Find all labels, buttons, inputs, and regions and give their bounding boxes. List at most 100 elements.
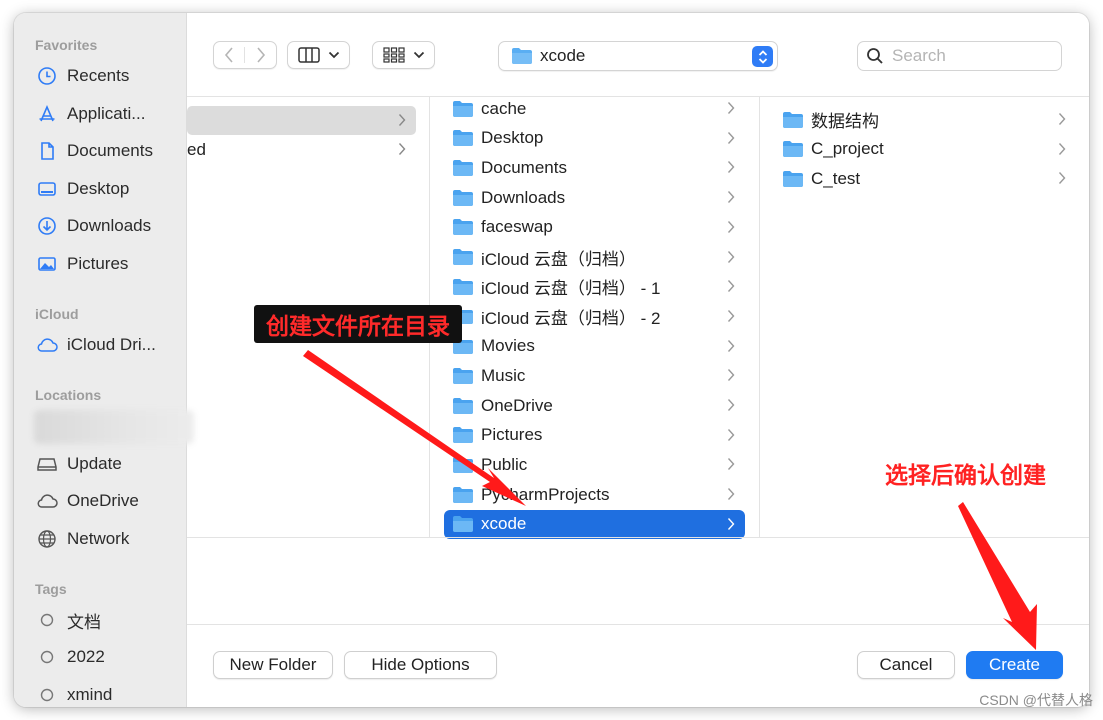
sidebar-item-pictures[interactable]: Pictures [36,249,186,279]
sidebar-item-applications[interactable]: Applicati... [36,99,186,129]
list-item-label: Pictures [481,425,543,445]
cancel-button[interactable]: Cancel [857,651,955,679]
search-field[interactable] [857,41,1062,71]
sidebar-item-desktop[interactable]: Desktop [36,174,186,204]
sidebar-item-network[interactable]: Network [36,524,186,554]
list-item-label: Documents [481,157,567,177]
toolbar: xcode [187,13,1089,97]
list-item[interactable]: Pictures [444,421,745,450]
chevron-left-icon [224,47,233,63]
sidebar-item-update[interactable]: Update [36,449,186,479]
sidebar-tag[interactable]: 文档 [36,605,186,635]
clock-icon [36,65,58,87]
chevron-right-icon [727,191,735,204]
tag-circle-icon [36,609,58,631]
chevron-right-icon [727,220,735,233]
list-item[interactable]: Public [444,450,745,479]
list-item[interactable]: Documents [444,153,745,182]
list-item[interactable]: cache [444,94,745,123]
columns-view-icon [297,47,320,63]
applications-icon [36,103,58,125]
folder-icon [453,367,473,384]
list-item[interactable]: iCloud 云盘（归档） [444,243,745,272]
sidebar-item-label: Update [67,454,122,473]
list-item-label: Desktop [481,128,544,148]
folder-icon [512,48,532,64]
chevron-right-icon [727,280,735,293]
chevron-right-icon [727,161,735,174]
sidebar-item-onedrive[interactable]: OneDrive [36,486,186,516]
chevron-right-icon [727,250,735,263]
list-item[interactable]: OneDrive [444,391,745,420]
sidebar-item-icloud-drive[interactable]: iCloud Dri... [36,330,186,360]
chevron-right-icon [727,399,735,411]
list-item[interactable]: faceswap [444,213,745,242]
sidebar-item-documents[interactable]: Documents [36,136,186,166]
folder-icon [783,170,803,187]
sidebar-item-label: iCloud Dri... [67,335,156,354]
folder-icon [783,141,803,158]
chevron-right-icon [727,428,735,441]
sidebar-item-downloads[interactable]: Downloads [36,211,186,241]
folder-icon [453,219,473,236]
list-item[interactable]: iCloud 云盘（归档） - 1 [444,272,745,301]
chevron-right-icon [727,517,735,530]
list-item-label: Movies [481,336,535,356]
folder-icon [453,516,473,533]
list-item-label: xcode [481,514,527,534]
back-button[interactable] [214,47,246,63]
location-stepper[interactable] [752,46,773,67]
list-item[interactable]: Desktop [444,124,745,153]
sidebar-item-label: Documents [67,141,153,160]
list-item-label: iCloud 云盘（归档） - 1 [481,279,661,299]
list-item-label: ed [187,139,206,159]
list-item[interactable]: iCloud 云盘（归档） - 2 [444,302,745,331]
sidebar-item-label: 文档 [67,612,101,632]
list-item[interactable]: xcode [444,509,745,539]
location-popup[interactable]: xcode [498,41,778,71]
sidebar-item-label: OneDrive [67,491,139,510]
location-value: xcode [540,46,586,65]
sidebar-item-label: Recents [67,66,130,85]
folder-icon [453,427,473,444]
list-item-label: Downloads [481,187,566,207]
list-item[interactable]: Movies [444,332,745,361]
list-item[interactable]: PycharmProjects [444,480,745,509]
chevron-right-icon [727,369,735,382]
list-item[interactable]: 数据结构 [776,105,1076,134]
group-mode-button[interactable] [372,41,435,69]
list-item[interactable]: Music [444,361,745,390]
tag-circle-icon [36,684,58,706]
list-item-label: C_test [811,168,861,188]
folder-icon [453,100,473,117]
save-dialog: Favorites Recents Applicati... Documents… [14,13,1089,707]
sidebar-tag[interactable]: xmind [36,680,186,707]
folder-icon [453,486,473,503]
cloud-icon [36,490,58,512]
list-item-label: iCloud 云盘（归档） - 2 [481,308,661,328]
list-item[interactable] [187,106,416,135]
list-item[interactable]: ed [187,135,416,164]
chevron-right-icon [727,339,735,352]
new-folder-button[interactable]: New Folder [213,651,333,679]
browser-column-2: cache Desktop Documents Downloads faceswap iC… [430,94,760,539]
sidebar-tag[interactable]: 2022 [36,642,186,672]
search-icon [867,48,883,64]
list-item-label: faceswap [481,217,553,237]
sidebar-header-tags: Tags [35,581,67,597]
grid-group-icon [382,47,405,63]
list-item[interactable]: C_project [776,135,1076,164]
forward-button[interactable] [245,47,276,63]
cloud-icon [36,334,58,356]
hide-options-button[interactable]: Hide Options [344,651,497,679]
list-item[interactable]: C_test [776,164,1076,193]
search-input[interactable] [892,46,1052,66]
folder-icon [783,111,803,128]
view-mode-button[interactable] [287,41,350,69]
sidebar-item-recents[interactable]: Recents [36,61,186,91]
create-button[interactable]: Create [966,651,1063,679]
list-item-label: iCloud 云盘（归档） [481,249,636,269]
list-item[interactable]: Downloads [444,183,745,212]
chevron-right-icon [727,309,735,322]
pictures-icon [36,253,58,275]
